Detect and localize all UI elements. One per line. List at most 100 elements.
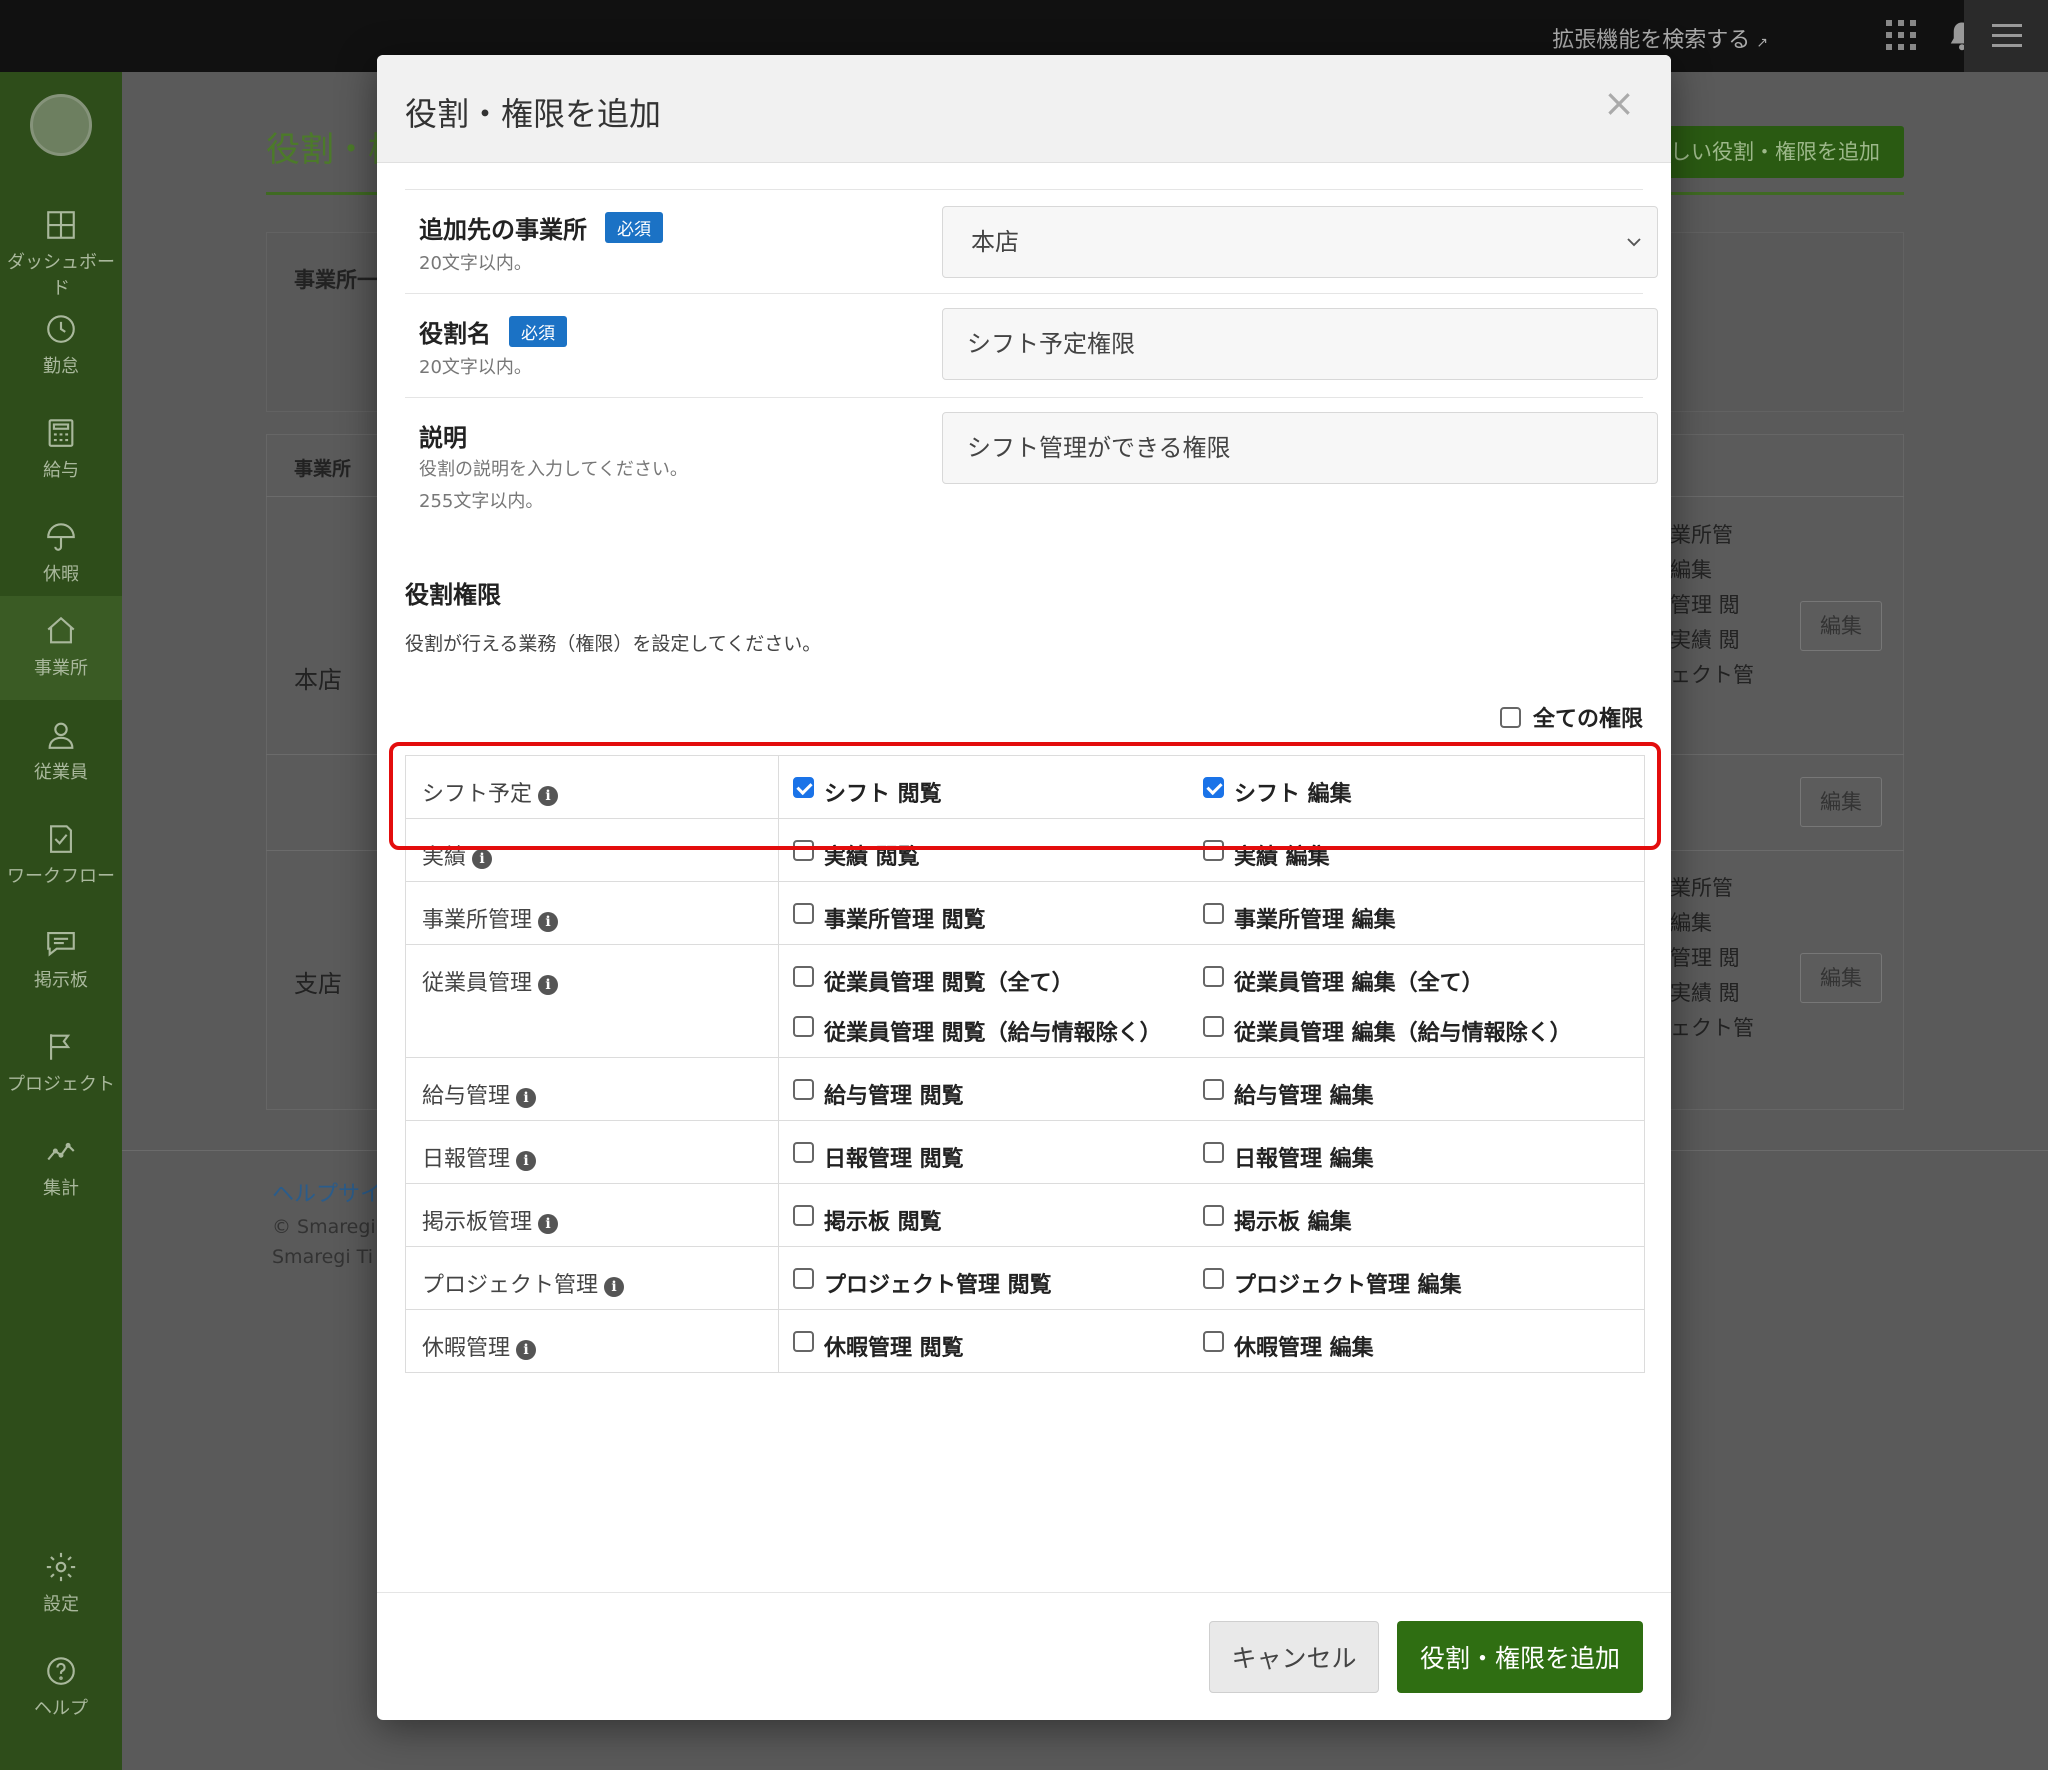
- role-name-row: 役割名 必須 20文字以内。 シフト予定権限: [405, 293, 1658, 397]
- checkbox[interactable]: [1499, 706, 1521, 728]
- info-icon[interactable]: i: [604, 1277, 625, 1297]
- permission-row: 実績 i 実績 閲覧 実績 編集: [406, 818, 1644, 881]
- new-role-button[interactable]: しい役割・権限を追加: [1640, 126, 1904, 178]
- all-permissions-checkbox[interactable]: 全ての権限: [1499, 701, 1643, 733]
- checkbox[interactable]: [1203, 1331, 1224, 1352]
- office-select[interactable]: 本店: [942, 206, 1658, 278]
- permission-option[interactable]: 日報管理 閲覧: [793, 1141, 964, 1173]
- permission-option[interactable]: 実績 閲覧: [793, 839, 920, 871]
- sidebar-item-reports[interactable]: 集計: [0, 1116, 122, 1220]
- permission-option[interactable]: 日報管理 編集: [1203, 1141, 1374, 1173]
- checkbox[interactable]: [1203, 1079, 1224, 1100]
- office-label: 追加先の事業所 必須: [419, 210, 663, 245]
- checkbox[interactable]: [793, 777, 814, 798]
- permission-option[interactable]: シフト 閲覧: [793, 776, 942, 808]
- sidebar-item-attendance[interactable]: 勤怠: [0, 294, 122, 398]
- permission-option[interactable]: 実績 編集: [1203, 839, 1330, 871]
- permission-option[interactable]: 事業所管理 編集: [1203, 902, 1396, 934]
- checkbox[interactable]: [793, 1079, 814, 1100]
- checkbox[interactable]: [793, 1142, 814, 1163]
- permission-option[interactable]: 掲示板 編集: [1203, 1204, 1352, 1236]
- help-site-link[interactable]: ヘルプサイ: [272, 1176, 382, 1208]
- grid-icon[interactable]: [1886, 20, 1916, 50]
- permission-option[interactable]: シフト 編集: [1203, 776, 1352, 808]
- table-header-office: 事業所: [294, 458, 352, 480]
- info-icon[interactable]: i: [538, 1214, 559, 1234]
- info-icon[interactable]: i: [538, 975, 559, 995]
- sidebar-item-settings[interactable]: 設定: [0, 1532, 122, 1636]
- permission-option[interactable]: プロジェクト管理 編集: [1203, 1267, 1462, 1299]
- checkbox[interactable]: [793, 903, 814, 924]
- permission-option[interactable]: 従業員管理 編集（給与情報除く）: [1203, 1015, 1572, 1047]
- permission-category: シフト予定 i: [406, 756, 779, 818]
- user-icon: [48, 722, 74, 749]
- permission-row: 事業所管理 i 事業所管理 閲覧 事業所管理 編集: [406, 881, 1644, 944]
- sidebar-item-office[interactable]: 事業所: [0, 596, 122, 700]
- info-icon[interactable]: i: [538, 786, 559, 806]
- info-icon[interactable]: i: [516, 1088, 537, 1108]
- sidebar-item-help[interactable]: ヘルプ: [0, 1636, 122, 1740]
- checkbox[interactable]: [1203, 1268, 1224, 1289]
- permission-option[interactable]: 給与管理 閲覧: [793, 1078, 964, 1110]
- checkbox[interactable]: [1203, 966, 1224, 987]
- checkbox[interactable]: [1203, 1016, 1224, 1037]
- permission-option[interactable]: プロジェクト管理 閲覧: [793, 1267, 1052, 1299]
- checkbox[interactable]: [1203, 903, 1224, 924]
- permission-row: 給与管理 i 給与管理 閲覧 給与管理 編集: [406, 1057, 1644, 1120]
- description-input[interactable]: シフト管理ができる権限: [942, 412, 1658, 484]
- info-icon[interactable]: i: [472, 849, 493, 869]
- dashboard-icon: [47, 211, 75, 239]
- checkbox[interactable]: [793, 840, 814, 861]
- modal-title: 役割・権限を追加: [405, 95, 662, 133]
- edit-button[interactable]: 編集: [1800, 601, 1882, 651]
- permission-option[interactable]: 掲示板 閲覧: [793, 1204, 942, 1236]
- help-icon: [47, 1657, 75, 1685]
- sidebar-item-workflow[interactable]: ワークフロー: [0, 804, 122, 908]
- edit-button[interactable]: 編集: [1800, 953, 1882, 1003]
- permissions-title: 役割権限: [405, 581, 501, 609]
- permission-category: 従業員管理 i: [406, 945, 779, 1057]
- info-icon[interactable]: i: [516, 1151, 537, 1171]
- permission-option[interactable]: 従業員管理 編集（全て）: [1203, 965, 1484, 997]
- role-name-input[interactable]: シフト予定権限: [942, 308, 1658, 380]
- sidebar-item-board[interactable]: 掲示板: [0, 908, 122, 1012]
- checkbox[interactable]: [793, 1205, 814, 1226]
- sidebar-item-employees[interactable]: 従業員: [0, 700, 122, 804]
- add-role-submit-button[interactable]: 役割・権限を追加: [1397, 1621, 1643, 1693]
- checkbox[interactable]: [793, 1331, 814, 1352]
- permission-option[interactable]: 休暇管理 閲覧: [793, 1330, 964, 1362]
- checkbox[interactable]: [1203, 1205, 1224, 1226]
- avatar[interactable]: [30, 94, 92, 156]
- office-filter-label: 事業所一: [294, 268, 378, 292]
- checkbox[interactable]: [793, 1268, 814, 1289]
- permissions-table: シフト予定 i シフト 閲覧 シフト 編集 実績 i 実績 閲覧 実績 編集 事業所管理 i 事業所…: [405, 755, 1645, 1373]
- hamburger-icon[interactable]: [1964, 0, 2048, 72]
- info-icon[interactable]: i: [516, 1340, 537, 1360]
- permission-option[interactable]: 給与管理 編集: [1203, 1078, 1374, 1110]
- modal-footer-divider: [377, 1592, 1671, 1593]
- office-hint: 20文字以内。: [419, 253, 532, 274]
- extension-search-link[interactable]: 拡張機能を検索する ↗: [1552, 22, 1768, 54]
- info-icon[interactable]: i: [538, 912, 559, 932]
- permission-category: 掲示板管理 i: [406, 1184, 779, 1246]
- edit-button[interactable]: 編集: [1800, 777, 1882, 827]
- checkbox[interactable]: [1203, 1142, 1224, 1163]
- permission-option[interactable]: 休暇管理 編集: [1203, 1330, 1374, 1362]
- checkbox[interactable]: [1203, 840, 1224, 861]
- permission-option[interactable]: 事業所管理 閲覧: [793, 902, 986, 934]
- sidebar-item-payroll[interactable]: 給与: [0, 398, 122, 502]
- permission-option[interactable]: 従業員管理 閲覧（給与情報除く）: [793, 1015, 1162, 1047]
- close-icon[interactable]: ×: [1603, 81, 1635, 125]
- copyright: © Smaregi,: [272, 1216, 382, 1238]
- sidebar-item-dashboard[interactable]: ダッシュボード: [0, 190, 122, 299]
- checkbox[interactable]: [793, 1016, 814, 1037]
- role-name-label: 役割名 必須: [419, 314, 567, 349]
- permission-option[interactable]: 従業員管理 閲覧（全て）: [793, 965, 1074, 997]
- home-icon: [47, 616, 75, 644]
- cancel-button[interactable]: キャンセル: [1209, 1621, 1379, 1693]
- table-cell-store: 支店: [294, 970, 342, 998]
- checkbox[interactable]: [1203, 777, 1224, 798]
- sidebar-item-project[interactable]: プロジェクト: [0, 1012, 122, 1116]
- sidebar-item-leave[interactable]: 休暇: [0, 502, 122, 606]
- checkbox[interactable]: [793, 966, 814, 987]
